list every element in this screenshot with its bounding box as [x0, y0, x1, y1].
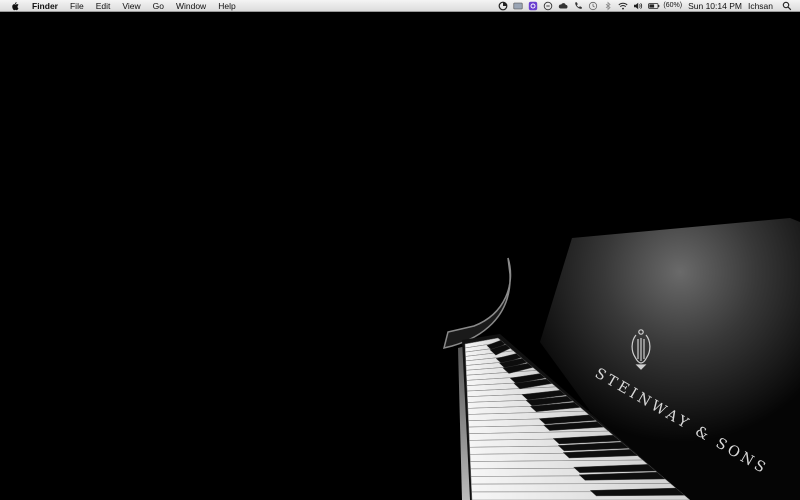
piano-illustration: STEINWAY & SONS: [442, 218, 800, 500]
apple-menu-icon[interactable]: [10, 1, 20, 11]
battery-percentage[interactable]: (60%): [663, 2, 682, 9]
menu-view[interactable]: View: [122, 0, 140, 12]
menu-app-finder[interactable]: Finder: [32, 0, 58, 12]
app-status-icon[interactable]: [528, 1, 538, 11]
cloud-icon[interactable]: [558, 1, 568, 11]
time-machine-icon[interactable]: [588, 1, 598, 11]
wifi-icon[interactable]: [618, 1, 628, 11]
menu-window[interactable]: Window: [176, 0, 206, 12]
battery-icon[interactable]: [648, 1, 660, 11]
menu-go[interactable]: Go: [153, 0, 164, 12]
menu-bar: Finder File Edit View Go Window Help (60…: [0, 0, 800, 12]
user-name[interactable]: Ichsan: [748, 0, 773, 12]
phone-icon[interactable]: [573, 1, 583, 11]
search-icon[interactable]: [782, 1, 792, 11]
volume-icon[interactable]: [633, 1, 643, 11]
display-icon[interactable]: [513, 1, 523, 11]
menu-edit[interactable]: Edit: [96, 0, 111, 12]
menu-file[interactable]: File: [70, 0, 84, 12]
screen-recorder-icon[interactable]: [498, 1, 508, 11]
clock[interactable]: Sun 10:14 PM: [688, 0, 742, 12]
time-icon[interactable]: [543, 1, 553, 11]
desktop-wallpaper: STEINWAY & SONS: [0, 12, 800, 500]
menu-help[interactable]: Help: [218, 0, 235, 12]
bluetooth-icon[interactable]: [603, 1, 613, 11]
